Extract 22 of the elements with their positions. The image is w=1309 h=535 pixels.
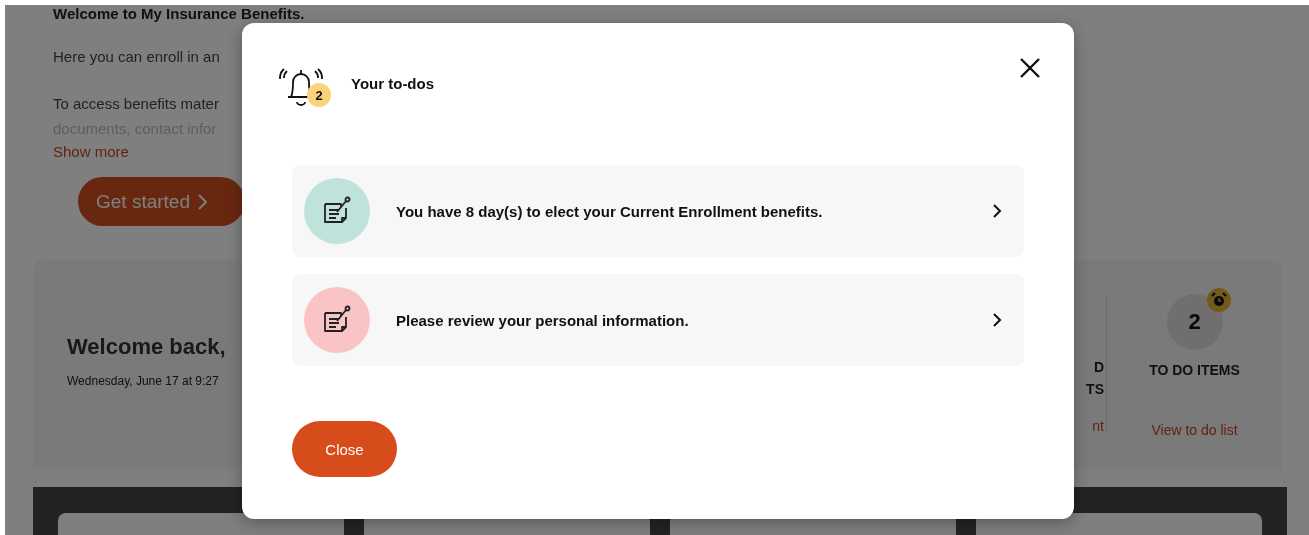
body-text: To access benefits mater: [53, 94, 219, 114]
dialog-title: Your to-dos: [351, 74, 435, 92]
page-heading: Welcome to My Insurance Benefits.: [53, 5, 305, 22]
alarm-clock-icon: [1206, 288, 1231, 312]
date-text: Wednesday, June 17 at 9:27: [67, 374, 220, 388]
label-text: TS: [1086, 380, 1104, 399]
chevron-right-icon: [198, 193, 207, 210]
close-button[interactable]: Close: [292, 421, 397, 477]
notification-badge: 2: [307, 83, 331, 107]
chevron-right-icon: [993, 204, 1002, 218]
todo-item[interactable]: You have 8 day(s) to elect your Current Enrollment benefits.: [292, 165, 1024, 257]
todo-item[interactable]: Please review your personal information.: [292, 274, 1024, 366]
todo-label: TO DO ITEMS: [1149, 362, 1240, 378]
label-text: D: [1093, 358, 1104, 377]
intro-text: Here you can enroll in an: [53, 48, 220, 65]
show-more-link[interactable]: Show more: [53, 143, 129, 160]
link-text[interactable]: nt: [1092, 415, 1104, 437]
get-started-button[interactable]: Get started: [78, 177, 245, 226]
welcome-heading: Welcome back,: [67, 334, 227, 360]
view-todo-link[interactable]: View to do list: [1151, 422, 1238, 438]
close-icon[interactable]: [1018, 56, 1042, 80]
chevron-right-icon: [993, 313, 1002, 327]
